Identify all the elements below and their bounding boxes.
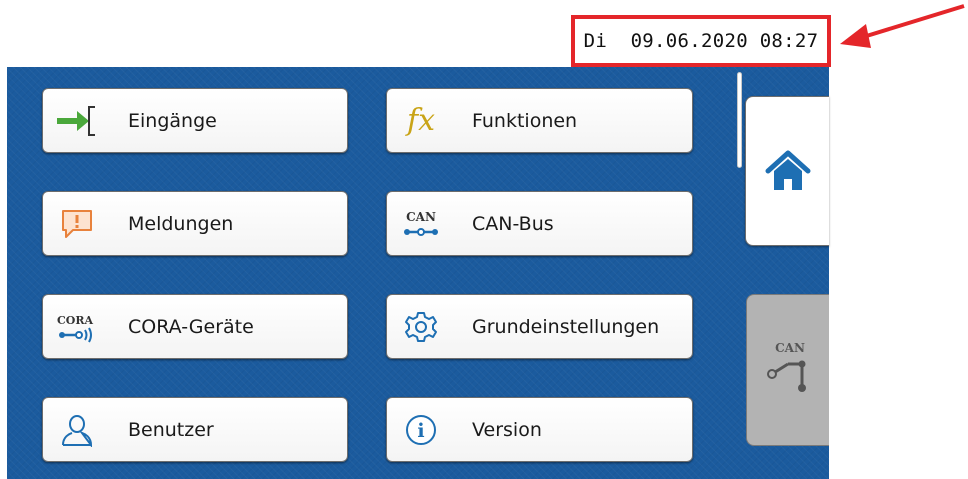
can-bus-button[interactable]: CAN CAN-Bus — [386, 191, 693, 256]
function-fx-icon: fx — [399, 101, 443, 141]
benutzer-label: Benutzer — [128, 418, 214, 441]
info-icon: i — [399, 410, 443, 450]
fx-glyph: fx — [406, 103, 436, 138]
eingaenge-button[interactable]: Eingänge — [42, 88, 348, 153]
cora-devices-icon: CORA — [55, 307, 99, 347]
message-alert-icon — [55, 204, 99, 244]
can-text: CAN — [406, 210, 436, 224]
datetime-display: Di 09.06.2020 08:27 — [571, 15, 831, 67]
can-bus-icon: CAN — [399, 204, 443, 244]
meldungen-label: Meldungen — [128, 212, 234, 235]
can-network-button[interactable]: CAN — [746, 294, 829, 446]
grundeinstellungen-button[interactable]: Grundeinstellungen — [386, 294, 693, 359]
home-icon — [765, 150, 810, 190]
cora-geraete-button[interactable]: CORA CORA-Geräte — [42, 294, 348, 359]
can-network-text: CAN — [775, 341, 805, 355]
home-button[interactable] — [745, 96, 829, 246]
funktionen-button[interactable]: fx Funktionen — [386, 88, 693, 153]
scrollbar-thumb[interactable] — [737, 72, 742, 168]
cora-text: CORA — [57, 314, 93, 327]
user-icon — [55, 410, 99, 450]
gear-icon — [399, 307, 443, 347]
version-label: Version — [472, 418, 542, 441]
datetime-text: Di 09.06.2020 08:27 — [583, 30, 819, 52]
benutzer-button[interactable]: Benutzer — [42, 397, 348, 462]
can-network-icon: CAN — [767, 341, 806, 392]
annotation-arrow-icon — [840, 4, 965, 48]
cora-geraete-label: CORA-Geräte — [128, 315, 254, 338]
meldungen-button[interactable]: Meldungen — [42, 191, 348, 256]
eingaenge-label: Eingänge — [128, 109, 217, 132]
input-arrow-icon — [55, 101, 99, 141]
info-glyph: i — [417, 420, 424, 442]
grundeinstellungen-label: Grundeinstellungen — [472, 315, 660, 338]
funktionen-label: Funktionen — [472, 109, 578, 132]
can-bus-label: CAN-Bus — [472, 212, 554, 235]
version-button[interactable]: i Version — [386, 397, 693, 462]
